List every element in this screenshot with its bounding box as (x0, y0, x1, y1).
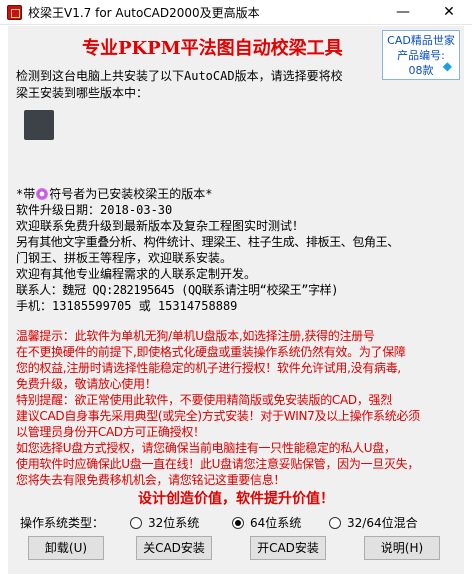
radio-64bit[interactable]: 64位系统 (232, 514, 301, 531)
title-bar: 校梁王V1.7 for AutoCAD2000及更高版本 — ✕ (0, 0, 472, 25)
minimize-button[interactable]: — (380, 0, 426, 25)
radio-mixed-indicator[interactable] (329, 516, 341, 529)
custom-dev: 欢迎有其他专业编程需求的人联系定制开发。 (16, 267, 257, 281)
banner-title: 专业PKPM平法图自动校梁工具 (82, 38, 343, 59)
radio-mixed-label[interactable]: 32/64位混合 (347, 514, 418, 531)
notice-line: 温馨提示：此软件为单机无狗/单机U盘版本,如选择注册,获得的注册号 (16, 329, 375, 343)
app-icon (7, 5, 22, 20)
radio-32bit-indicator[interactable] (130, 516, 142, 529)
notice-line: 您的权益,注册时请选择性能稳定的机子进行授权！软件允许试用,没有病毒, (16, 361, 401, 375)
close-button[interactable]: ✕ (426, 0, 472, 25)
slogan: 设计创造价值，软件提升价值！ (138, 491, 334, 507)
help-button[interactable]: 说明(H) (364, 536, 440, 560)
notice-line: 特别提醒：欲正常使用此软件，不要使用精简版或免安装版的CAD，强烈 (16, 393, 392, 407)
dialog-body: 专业PKPM平法图自动校梁工具 CAD精品世家 产品编号: 08款 ◆ 检测到这… (8, 26, 464, 574)
notice-line: 使用软件时应确保此U盘一直在线！此U盘请您注意妥贴保管，因为一旦灭失， (16, 457, 420, 471)
notice-block: 温馨提示：此软件为单机无狗/单机U盘版本,如选择注册,获得的注册号 在不更换硬件… (16, 328, 461, 488)
info-block: *带 符号者为已安装校梁王的版本* 软件升级日期：2018-03-30 欢迎联系免… (16, 186, 461, 314)
welcome-trial: 欢迎联系免费升级到最新版本及复杂工程图实时测试！ (16, 219, 305, 233)
badge-line-1: CAD精品世家 (387, 34, 455, 47)
installed-legend: *带 符号者为已安装校梁王的版本* (16, 186, 461, 202)
legend-suffix: 符号者为已安装校梁王的版本* (49, 187, 213, 201)
radio-32bit[interactable]: 32位系统 (130, 514, 199, 531)
other-software-line-1: 另有其他文字重叠分析、构件统计、理梁王、柱子生成、排板王、包角王、 (16, 235, 399, 249)
os-type-label: 操作系统类型： (20, 516, 105, 530)
uninstall-button[interactable]: 卸载(U) (28, 536, 104, 560)
other-software-line-2: 门钢王、拼板王等程序，欢迎联系安装。 (16, 251, 233, 265)
autocad-version-checkbox[interactable] (24, 110, 54, 140)
diamond-icon: ◆ (442, 59, 452, 73)
radio-64bit-indicator[interactable] (232, 516, 244, 529)
notice-line: 如您选择U盘方式授权，请您确保当前电脑挂有一只性能稳定的私人U盘， (16, 441, 396, 455)
product-badge: CAD精品世家 产品编号: 08款 ◆ (382, 30, 460, 80)
phone-info: 手机：13185599705 或 15314758889 (16, 299, 238, 313)
notice-line: 您将失去有限免费移机机会，请您铭记这重要信息！ (16, 473, 286, 487)
close-cad-install-button[interactable]: 关CAD安装 (136, 536, 212, 560)
legend-prefix: *带 (16, 187, 36, 201)
radio-32bit-label[interactable]: 32位系统 (148, 514, 199, 531)
disc-icon (36, 188, 49, 200)
contact-info: 联系人：魏冠 QQ:282195645 (QQ联系请注明“校梁王”字样) (16, 283, 339, 297)
prompt-line-2: 梁王安装到哪些版本中： (16, 86, 149, 100)
notice-line: 在不更换硬件的前提下,即使格式化硬盘或重装操作系统仍然有效。为了保障 (16, 345, 406, 359)
radio-64bit-label[interactable]: 64位系统 (250, 514, 301, 531)
notice-line: 免费升级，敬请放心使用！ (16, 377, 157, 391)
notice-line: 建议CAD自身事先采用典型(或完全)方式安装！对于WIN7及以上操作系统必须 (16, 409, 420, 423)
open-cad-install-button[interactable]: 开CAD安装 (250, 536, 326, 560)
radio-mixed[interactable]: 32/64位混合 (329, 514, 418, 531)
notice-line: 以管理员身份开CAD方可正确授权！ (16, 425, 205, 439)
install-prompt: 检测到这台电脑上共安装了以下AutoCAD版本，请选择要将校 梁王安装到哪些版本… (16, 68, 376, 102)
window-title: 校梁王V1.7 for AutoCAD2000及更高版本 (28, 6, 260, 20)
upgrade-date: 软件升级日期：2018-03-30 (16, 203, 173, 217)
prompt-line-1: 检测到这台电脑上共安装了以下AutoCAD版本，请选择要将校 (16, 69, 343, 83)
